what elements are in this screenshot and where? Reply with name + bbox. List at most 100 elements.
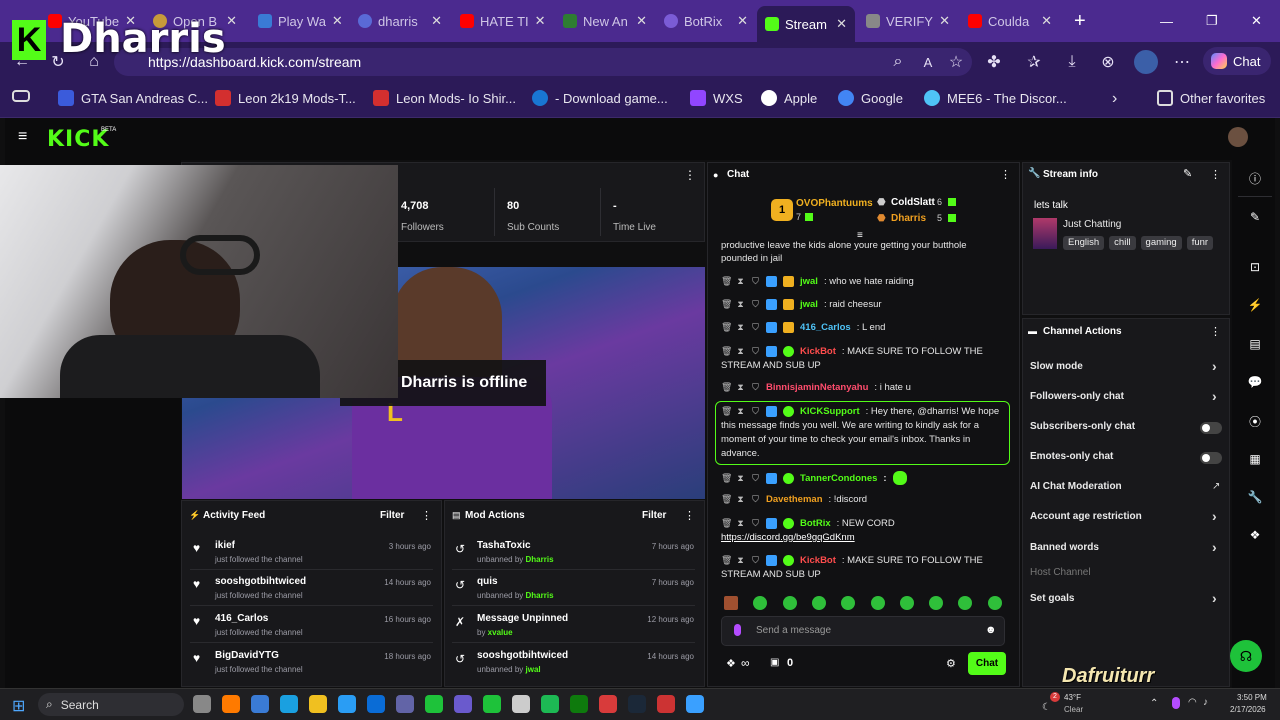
trash-icon[interactable]: 🗑 (721, 383, 732, 392)
minimize-icon[interactable]: — (1152, 6, 1176, 36)
chat-bubble-icon[interactable]: 💬 (1244, 371, 1266, 393)
taskbar-search-box[interactable]: ⌕ Search (38, 693, 184, 716)
chat-username[interactable]: TannerCondones (800, 473, 877, 484)
activity-user[interactable]: 416_Carlos (215, 613, 268, 624)
tab-botrix[interactable]: BotRix ✕ (656, 6, 756, 36)
timeout-icon[interactable]: ⧗ (736, 383, 745, 392)
category-thumbnail[interactable] (1033, 218, 1057, 249)
favorite-apple[interactable]: Apple (761, 90, 817, 106)
chat-username[interactable]: BinnisjaminNetanyahu (766, 382, 868, 393)
chevron-right-icon[interactable]: › (1212, 508, 1217, 524)
mod-action-title[interactable]: TashaToxic (477, 540, 531, 551)
trash-icon[interactable]: 🗑 (721, 473, 732, 483)
read-aloud-icon[interactable]: A (916, 50, 940, 74)
other-favorites-folder[interactable]: Other favorites (1157, 90, 1265, 106)
favorite-leon-mods[interactable]: Leon Mods- Io Shir... (373, 90, 516, 106)
taskbar-app-icon[interactable] (309, 695, 327, 713)
mod-action-title[interactable]: quis (477, 576, 498, 587)
community-icon[interactable]: ❖ (1244, 524, 1266, 546)
activity-filter-button[interactable]: Filter (380, 510, 404, 521)
close-icon[interactable]: ✕ (332, 13, 343, 29)
mod-action-title[interactable]: sooshgotbihtwiced (477, 650, 568, 661)
close-icon[interactable]: ✕ (1041, 13, 1052, 29)
timeout-icon[interactable]: ⧗ (736, 473, 745, 483)
new-tab-plus-icon[interactable]: + (1066, 6, 1090, 36)
activity-menu-icon[interactable]: ⋮ (421, 509, 432, 522)
chevron-right-icon[interactable]: › (1212, 539, 1217, 555)
tab-hate[interactable]: HATE TI ✕ (452, 6, 552, 36)
security-icon[interactable]: ⊗ (1096, 50, 1120, 74)
trash-icon[interactable]: 🗑 (721, 323, 732, 332)
favorite-wxs[interactable]: WXS (690, 90, 743, 106)
trash-icon[interactable]: 🗑 (721, 556, 732, 565)
channel-actions-menu-icon[interactable]: ⋮ (1210, 325, 1221, 338)
copilot-button[interactable]: Chat (1203, 47, 1271, 75)
chat-username[interactable]: jwal (800, 299, 818, 310)
gift-subs-icon[interactable]: ❖ (726, 657, 736, 670)
chat-username[interactable]: jwal (800, 276, 818, 287)
wrench-icon[interactable]: 🔧 (1244, 486, 1266, 508)
tab-dharris[interactable]: dharris ✕ (350, 6, 450, 36)
timeout-icon[interactable]: ⧗ (736, 347, 745, 356)
chat-username[interactable]: Davetheman (766, 494, 823, 505)
favorite-google[interactable]: Google (838, 90, 903, 106)
channel-action-label[interactable]: Followers-only chat (1030, 391, 1124, 402)
info-icon[interactable]: ⓘ (1244, 167, 1266, 189)
wifi-icon[interactable]: ◠ (1188, 697, 1197, 708)
favorites-overflow-chevron-icon[interactable]: › (1112, 90, 1117, 108)
channel-action-label[interactable]: Emotes-only chat (1030, 451, 1113, 462)
channel-action-label[interactable]: Account age restriction (1030, 511, 1142, 522)
taskbar-app-icon[interactable] (251, 695, 269, 713)
chat-menu-icon[interactable]: ⋮ (1000, 168, 1011, 181)
chevron-right-icon[interactable]: › (1212, 388, 1217, 404)
taskbar-app-icon[interactable] (222, 695, 240, 713)
taskbar-app-icon[interactable] (628, 695, 646, 713)
channel-action-label[interactable]: Banned words (1030, 542, 1099, 553)
extensions-icon[interactable]: ✤ (982, 50, 1006, 74)
emote-icon[interactable] (987, 596, 1002, 610)
timeout-icon[interactable]: ⧗ (736, 519, 745, 528)
close-icon[interactable]: ✕ (535, 13, 546, 29)
chat-username[interactable]: KickBot (800, 346, 836, 357)
chat-username[interactable]: BotRix (800, 518, 831, 529)
microphone-icon[interactable] (734, 624, 741, 636)
taskbar-app-icon[interactable] (396, 695, 414, 713)
emote-icon[interactable] (811, 596, 826, 610)
tag-pill[interactable]: gaming (1140, 236, 1182, 250)
weather-temp[interactable]: 43°F (1064, 693, 1081, 702)
leaderboard-third-name[interactable]: Dharris (891, 213, 926, 224)
timeout-icon[interactable]: ⧗ (736, 556, 745, 565)
chat-username[interactable]: 416_Carlos (800, 322, 851, 333)
trash-icon[interactable]: 🗑 (721, 347, 732, 356)
mod-action-actor[interactable]: xvalue (488, 628, 513, 637)
chevron-right-icon[interactable]: › (1212, 590, 1217, 606)
leaderboard-first-name[interactable]: OVOPhantuums (796, 198, 873, 209)
edit-icon[interactable]: ✎ (1244, 206, 1266, 228)
tab-play-wa[interactable]: Play Wa ✕ (250, 6, 350, 36)
broadcast-icon[interactable]: ⦿ (1244, 410, 1266, 432)
tab-verify[interactable]: VERIFY ✕ (858, 6, 958, 36)
notes-icon[interactable]: ▤ (1244, 333, 1266, 355)
favorite-gta[interactable]: GTA San Andreas C... (58, 90, 208, 106)
trash-icon[interactable]: 🗑 (721, 519, 732, 528)
support-headset-icon[interactable]: ☊ (1230, 640, 1262, 672)
taskbar-app-icon[interactable] (454, 695, 472, 713)
favorite-mee6[interactable]: MEE6 - The Discor... (924, 90, 1067, 106)
window-close-icon[interactable]: ✕ (1243, 6, 1267, 36)
activity-user[interactable]: ikief (215, 540, 235, 551)
windows-start-icon[interactable]: ⊞ (12, 696, 25, 716)
close-icon[interactable]: ✕ (636, 13, 647, 29)
infinity-icon[interactable]: ∞ (741, 656, 750, 670)
mod-action-actor[interactable]: Dharris (526, 555, 554, 564)
download-icon[interactable]: ⤓ (1060, 50, 1084, 74)
profile-avatar[interactable] (1134, 50, 1158, 74)
mod-action-actor[interactable]: jwal (526, 665, 541, 674)
timeout-icon[interactable]: ⧗ (736, 300, 745, 309)
tag-pill[interactable]: English (1063, 236, 1105, 250)
close-icon[interactable]: ✕ (226, 13, 237, 29)
clock-time[interactable]: 3:50 PM (1237, 693, 1267, 702)
chat-text-continued[interactable]: https://discord.gg/be9gqGdKnm (721, 532, 855, 543)
stream-info-menu-icon[interactable]: ⋮ (1210, 168, 1221, 181)
taskbar-app-icon[interactable] (599, 695, 617, 713)
tab-coulda[interactable]: Coulda ✕ (960, 6, 1060, 36)
